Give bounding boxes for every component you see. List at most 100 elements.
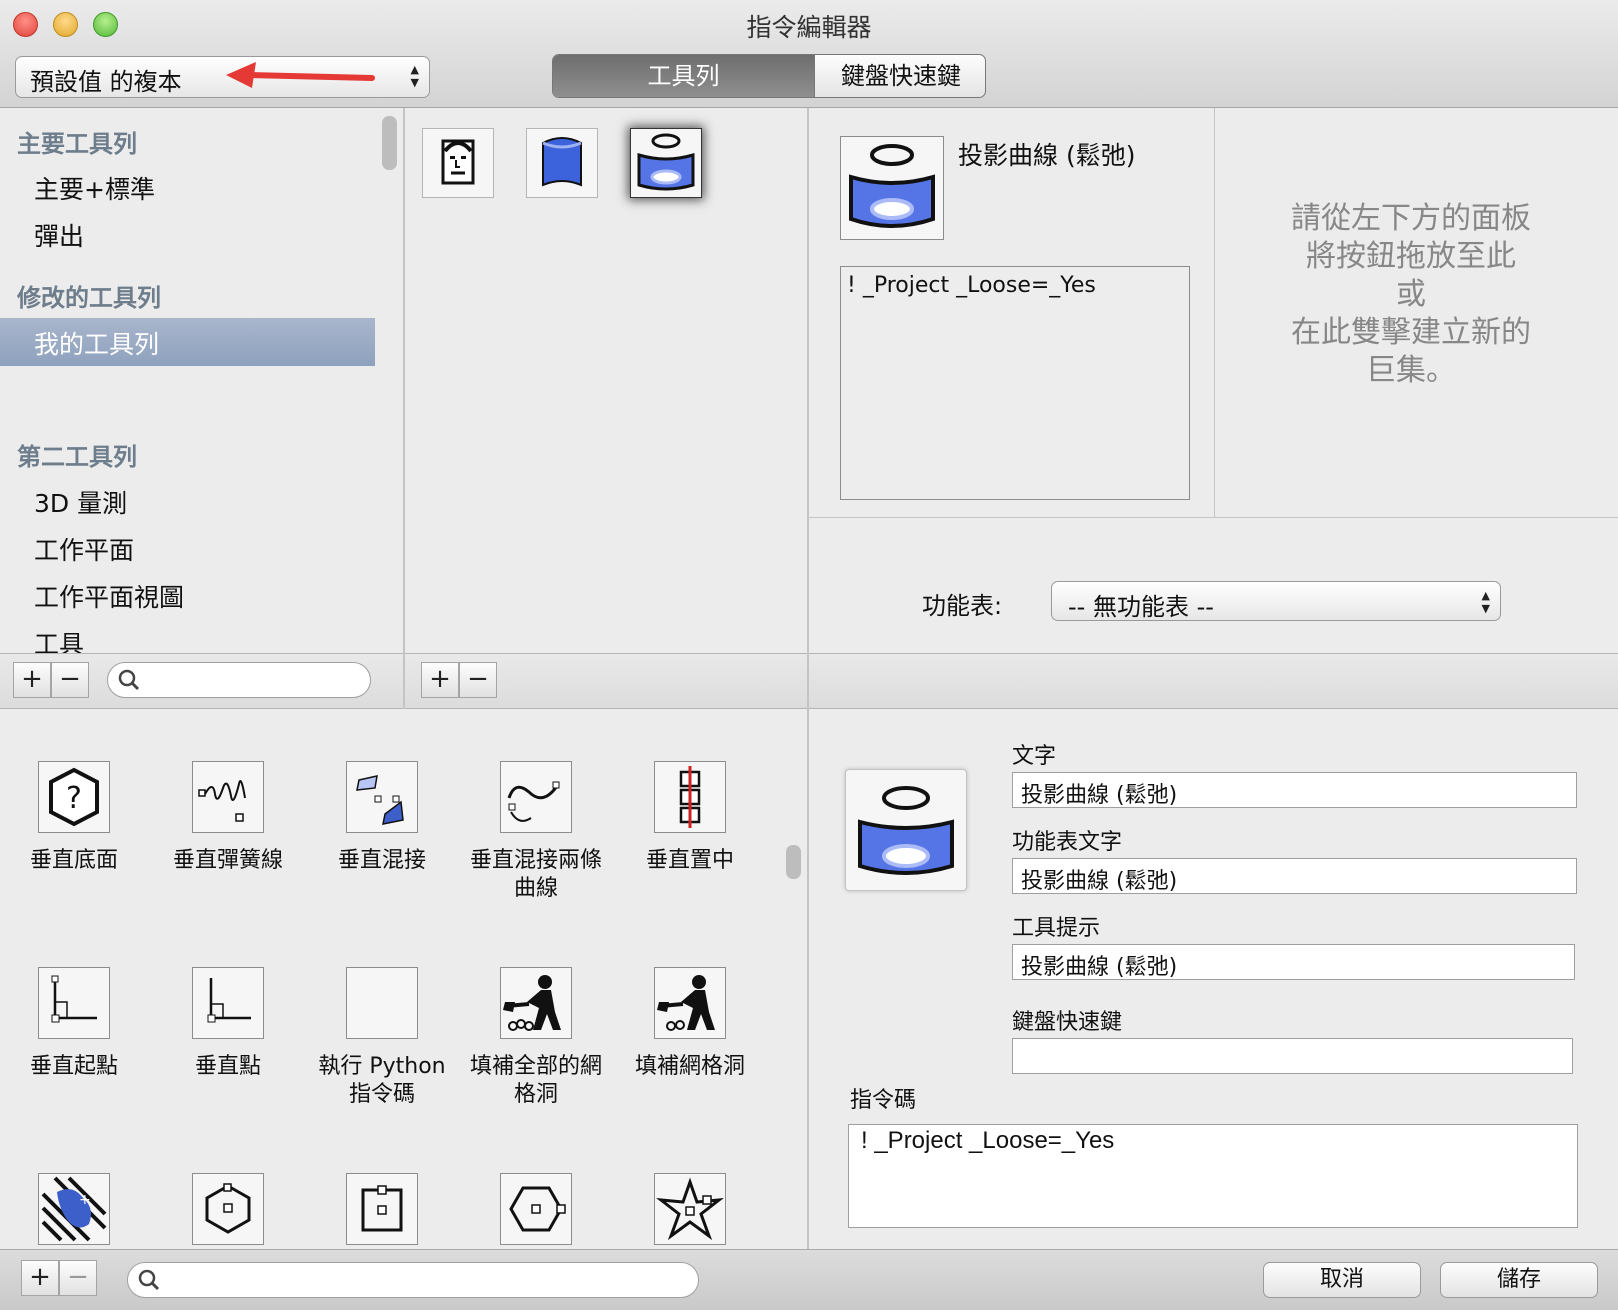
sidebar-search-input[interactable]: [107, 662, 371, 698]
toolbar-collection-sidebar: 主要工具列 主要+標準 彈出 修改的工具列 我的工具列 第二工具列 3D 量測 …: [0, 108, 375, 653]
menu-label: 功能表:: [922, 592, 1003, 620]
sidebar-item-my-toolbar[interactable]: 我的工具列: [0, 318, 375, 366]
drop-hint[interactable]: 請從左下方的面板 將按鈕拖放至此 或 在此雙擊建立新的 巨集。: [1216, 200, 1606, 390]
lizard-icon: +: [41, 1176, 107, 1242]
tab-toolbar[interactable]: 工具列: [553, 55, 814, 97]
sidebar-section-title: 主要工具列: [17, 130, 137, 158]
search-icon: [138, 1269, 160, 1291]
library-item[interactable]: 填補網格洞: [616, 967, 764, 1081]
library-item[interactable]: [462, 1173, 610, 1249]
project-curve-icon: [858, 786, 954, 875]
sidebar-scrollbar[interactable]: [382, 116, 397, 170]
cancel-button[interactable]: 取消: [1263, 1262, 1421, 1298]
drop-hint-line: 巨集。: [1366, 353, 1456, 388]
text-field[interactable]: 投影曲線 (鬆弛): [1012, 772, 1577, 808]
library-item[interactable]: 執行 Python 指令碼: [308, 967, 456, 1109]
remove-button[interactable]: −: [59, 1260, 97, 1296]
add-button[interactable]: +: [21, 1260, 59, 1296]
window-title: 指令編輯器: [746, 13, 872, 42]
remove-collection-button[interactable]: −: [51, 662, 89, 698]
text-field-label: 文字: [1012, 744, 1057, 769]
fill-hole-icon: [657, 975, 715, 1031]
library-item-label: 垂直彈簧線: [172, 848, 283, 873]
sidebar-item-popup[interactable]: 彈出: [34, 217, 84, 253]
add-toolbar-button[interactable]: +: [421, 662, 459, 698]
library-search-input[interactable]: [127, 1262, 699, 1298]
library-item[interactable]: [616, 1173, 764, 1249]
library-item[interactable]: 垂直起點: [0, 967, 148, 1081]
star-icon: [656, 1177, 724, 1241]
menu-select-value: -- 無功能表 --: [1068, 593, 1214, 621]
toolbar-button-project-loose[interactable]: [630, 128, 702, 198]
library-item-label: 填補網格洞: [634, 1054, 745, 1079]
macro-field-label: 指令碼: [850, 1088, 917, 1113]
divider: [809, 517, 1618, 518]
blend-curves-icon: [507, 781, 560, 822]
tooltip-field-label: 工具提示: [1012, 916, 1101, 941]
updown-arrows-icon: ▲ ▼: [410, 63, 419, 89]
drop-hint-line: 在此雙擊建立新的: [1291, 315, 1531, 350]
updown-arrows-icon: ▲ ▼: [1481, 589, 1490, 615]
sidebar-item-label: 我的工具列: [34, 330, 160, 359]
toolbar-button-cylinder[interactable]: [526, 128, 598, 198]
library-scrollbar[interactable]: [786, 845, 801, 879]
add-collection-button[interactable]: +: [13, 662, 51, 698]
library-item[interactable]: 垂直彈簧線: [154, 761, 302, 875]
shortcut-field-label: 鍵盤快速鍵: [1012, 1010, 1123, 1035]
command-editor-window: 指令編輯器 預設值 的複本 ▲ ▼ 工具列 鍵盤快速鍵 主要工具列 主要+標準 彈…: [0, 0, 1618, 1310]
library-item[interactable]: 垂直混接: [308, 761, 456, 875]
project-curve-icon: [849, 144, 935, 228]
center-icon: [679, 766, 701, 828]
cylinder-icon: [542, 137, 582, 187]
macro-field[interactable]: ! _Project _Loose=_Yes: [848, 1124, 1578, 1228]
library-item-label: 垂直底面: [29, 848, 118, 873]
hexagon-icon: [205, 1183, 251, 1234]
search-icon: [118, 669, 140, 691]
sidebar-item-cplane[interactable]: 工作平面: [34, 531, 134, 567]
library-item[interactable]: [154, 1173, 302, 1249]
library-item[interactable]: 填補全部的網格洞: [462, 967, 610, 1109]
svg-text:+: +: [79, 1192, 91, 1208]
tooltip-field[interactable]: 投影曲線 (鬆弛): [1012, 944, 1575, 980]
toolbar-button-face[interactable]: [422, 128, 494, 198]
library-item[interactable]: [308, 1173, 456, 1249]
library-item[interactable]: 垂直混接兩條曲線: [462, 761, 610, 903]
library-item[interactable]: 垂直置中: [616, 761, 764, 875]
svg-text:?: ?: [66, 781, 82, 816]
sidebar-section-title: 第二工具列: [17, 443, 137, 471]
tab-keyboard-shortcuts[interactable]: 鍵盤快速鍵: [814, 55, 985, 97]
library-item[interactable]: 垂直點: [154, 967, 302, 1081]
shortcut-field[interactable]: [1012, 1038, 1573, 1074]
button-library: ? 垂直底面 垂直彈簧線 垂直混接 垂直混接兩條曲線 垂直置中 垂直起點 垂直點…: [0, 709, 780, 1249]
selected-button-macro: ! _Project _Loose=_Yes: [840, 266, 1190, 500]
sidebar-item-tools[interactable]: 工具: [34, 625, 84, 653]
mode-segmented-control[interactable]: 工具列 鍵盤快速鍵: [552, 54, 986, 98]
remove-toolbar-button[interactable]: −: [459, 662, 497, 698]
library-item-label: 垂直混接兩條曲線: [469, 848, 602, 901]
perp-start-icon: [51, 975, 97, 1023]
hexagon-point-icon: [509, 1186, 566, 1232]
sidebar-item-cplane-view[interactable]: 工作平面視圖: [34, 578, 184, 614]
library-item[interactable]: ? 垂直底面: [0, 761, 148, 875]
selected-button-preview: [840, 136, 944, 240]
button-icon-well[interactable]: [845, 769, 967, 891]
face-icon: [441, 139, 475, 185]
save-button[interactable]: 儲存: [1440, 1262, 1598, 1298]
selected-button-title: 投影曲線 (鬆弛): [958, 141, 1136, 170]
menu-text-field-label: 功能表文字: [1012, 830, 1123, 855]
library-item-label: 垂直混接: [337, 848, 426, 873]
project-curve-icon: [637, 133, 695, 191]
square-point-icon: [361, 1185, 403, 1232]
detail-controls-bar: [809, 653, 1618, 709]
sidebar-section-title: 修改的工具列: [17, 284, 161, 312]
sidebar-item-main-standard[interactable]: 主要+標準: [34, 170, 155, 206]
drop-hint-line: 將按鈕拖放至此: [1306, 239, 1516, 274]
spring-icon: [198, 780, 246, 822]
library-item-label: 垂直起點: [29, 1054, 118, 1079]
menu-select[interactable]: -- 無功能表 -- ▲ ▼: [1051, 581, 1501, 621]
help-hexagon-icon: ?: [49, 767, 99, 827]
library-item[interactable]: +: [0, 1173, 148, 1249]
annotation-arrow-icon: [226, 62, 375, 88]
menu-text-field[interactable]: 投影曲線 (鬆弛): [1012, 858, 1577, 894]
sidebar-item-3d-measure[interactable]: 3D 量測: [34, 484, 127, 520]
